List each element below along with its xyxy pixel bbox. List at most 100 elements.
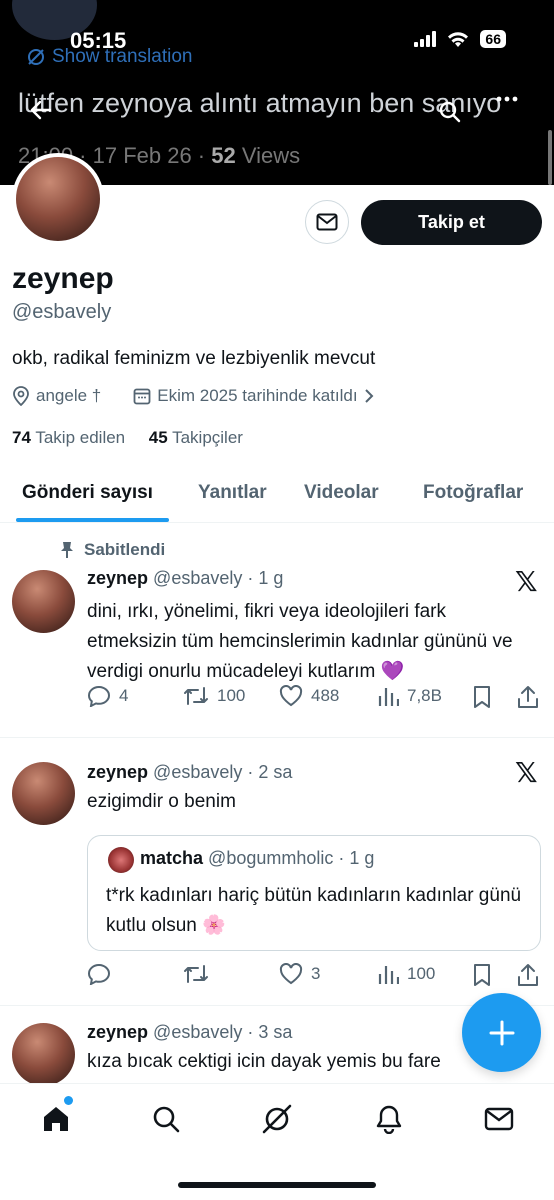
signal-icon: [414, 31, 437, 47]
banner-views-label: Views: [235, 143, 301, 168]
wifi-icon: [448, 32, 469, 47]
tweet-author-name: zeynep: [87, 762, 149, 782]
scroll-indicator: [548, 130, 552, 185]
tweet-actions: 4 100 488 7,8B: [87, 685, 542, 709]
bottom-navigation: [0, 1083, 554, 1200]
share-button[interactable]: [517, 963, 539, 987]
like-button[interactable]: 3: [279, 963, 320, 985]
reply-icon: [87, 685, 111, 707]
tweet-pinned[interactable]: zeynep @esbavely · 1 g 𝕏 dini, ırkı, yön…: [0, 523, 554, 738]
nav-notifications[interactable]: [369, 1099, 409, 1139]
tweet-header: zeynep @esbavely · 3 sa: [87, 1022, 292, 1043]
profile-location: angele †: [36, 386, 102, 405]
share-icon: [518, 686, 538, 708]
active-tab-indicator: [16, 518, 169, 522]
share-icon: [518, 964, 538, 986]
profile-handle: @esbavely: [12, 301, 112, 323]
profile-display-name: zeynep: [12, 262, 114, 295]
battery-indicator: 66: [480, 30, 506, 48]
tweet-meta: @esbavely · 2 sa: [153, 762, 293, 782]
banner-tweet-text: lütfen zeynoya alıntı atmayın ben sanıyo: [18, 88, 502, 118]
tweet-meta: @esbavely · 3 sa: [153, 1022, 293, 1042]
search-button[interactable]: [438, 100, 462, 124]
back-button[interactable]: [30, 100, 52, 120]
more-options-button[interactable]: [496, 96, 518, 102]
plus-icon: [489, 1020, 514, 1045]
tweet-meta: @esbavely · 1 g: [153, 568, 284, 588]
nav-grok[interactable]: [257, 1099, 297, 1139]
home-notification-dot: [64, 1096, 73, 1105]
like-count: 3: [311, 964, 321, 983]
tweet-avatar[interactable]: [12, 1023, 75, 1086]
reply-button[interactable]: 4: [87, 685, 128, 707]
follow-button[interactable]: Takip et: [361, 200, 542, 245]
message-button[interactable]: [305, 200, 349, 244]
back-arrow-icon: [30, 100, 52, 120]
tab-replies[interactable]: Yanıtlar: [198, 482, 267, 504]
views-button[interactable]: 100: [377, 963, 435, 985]
reply-button[interactable]: [87, 963, 119, 985]
quoted-text: t*rk kadınları hariç bütün kadınların ka…: [106, 885, 522, 936]
quoted-author-name: matcha: [140, 848, 204, 868]
retweet-button[interactable]: 100: [183, 685, 245, 707]
tweet-header: zeynep @esbavely · 1 g: [87, 568, 283, 589]
tweet-header: zeynep @esbavely · 2 sa: [87, 762, 292, 783]
chevron-right-icon[interactable]: [364, 388, 374, 404]
profile-avatar[interactable]: [12, 153, 104, 245]
tweet-avatar[interactable]: [12, 762, 75, 825]
nav-search[interactable]: [146, 1099, 186, 1139]
calendar-icon: [133, 388, 151, 405]
search-icon: [153, 1106, 180, 1133]
followers-count[interactable]: 45: [149, 428, 168, 447]
following-count[interactable]: 74: [12, 428, 31, 447]
profile-bio: okb, radikal feminizm ve lezbiyenlik mev…: [12, 348, 376, 369]
bookmark-icon: [474, 964, 490, 986]
search-icon: [439, 101, 461, 123]
profile-banner: 05:15 66 Show translation lütfen zeynoya…: [0, 0, 554, 185]
x-logo-icon: 𝕏: [515, 566, 538, 597]
followers-label[interactable]: Takipçiler: [172, 428, 243, 447]
following-label[interactable]: Takip edilen: [35, 428, 125, 447]
bookmark-icon: [474, 686, 490, 708]
like-count: 488: [311, 686, 340, 705]
quoted-meta: @bogummholic · 1 g: [208, 848, 375, 868]
tab-videos[interactable]: Videolar: [304, 482, 379, 504]
location-icon: [13, 386, 29, 406]
views-count: 7,8B: [407, 686, 442, 705]
compose-button[interactable]: [462, 993, 541, 1072]
quoted-header: matcha @bogummholic · 1 g: [140, 848, 374, 869]
tweet-actions: 3 100: [87, 963, 542, 987]
tab-photos[interactable]: Fotoğraflar: [423, 482, 523, 504]
home-indicator: [178, 1182, 376, 1188]
reply-icon: [87, 963, 111, 985]
grok-icon: [262, 1104, 292, 1134]
quoted-avatar: [108, 847, 134, 873]
profile-joined: Ekim 2025 tarihinde katıldı: [157, 386, 358, 405]
views-button[interactable]: 7,8B: [377, 685, 442, 707]
like-button[interactable]: 488: [279, 685, 339, 707]
show-translation-link[interactable]: Show translation: [26, 46, 192, 68]
follow-stats: 74 Takip edilen 45 Takipçiler: [12, 428, 243, 448]
profile-tabs: Gönderi sayısı Yanıtlar Videolar Fotoğra…: [0, 468, 554, 523]
nav-home[interactable]: [36, 1099, 76, 1139]
status-icons: 66: [414, 30, 506, 48]
retweet-icon: [184, 965, 208, 983]
tweet-author-name: zeynep: [87, 568, 149, 588]
views-count: 100: [407, 964, 436, 983]
home-icon: [44, 1107, 68, 1131]
bookmark-button[interactable]: [472, 685, 492, 709]
banner-views-count: 52: [211, 143, 236, 168]
share-button[interactable]: [517, 685, 539, 709]
reply-count: 4: [119, 686, 129, 705]
retweet-button[interactable]: [183, 963, 217, 985]
quoted-tweet[interactable]: matcha @bogummholic · 1 g t*rk kadınları…: [87, 835, 541, 951]
tweet-text: ezigimdir o benim: [87, 791, 236, 812]
translate-icon: [28, 49, 44, 65]
show-translation-label: Show translation: [52, 46, 193, 67]
nav-messages[interactable]: [479, 1099, 519, 1139]
bell-icon: [376, 1105, 402, 1134]
retweet-count: 100: [217, 686, 246, 705]
tab-posts[interactable]: Gönderi sayısı: [22, 482, 153, 504]
bookmark-button[interactable]: [472, 963, 492, 987]
tweet-avatar[interactable]: [12, 570, 75, 633]
